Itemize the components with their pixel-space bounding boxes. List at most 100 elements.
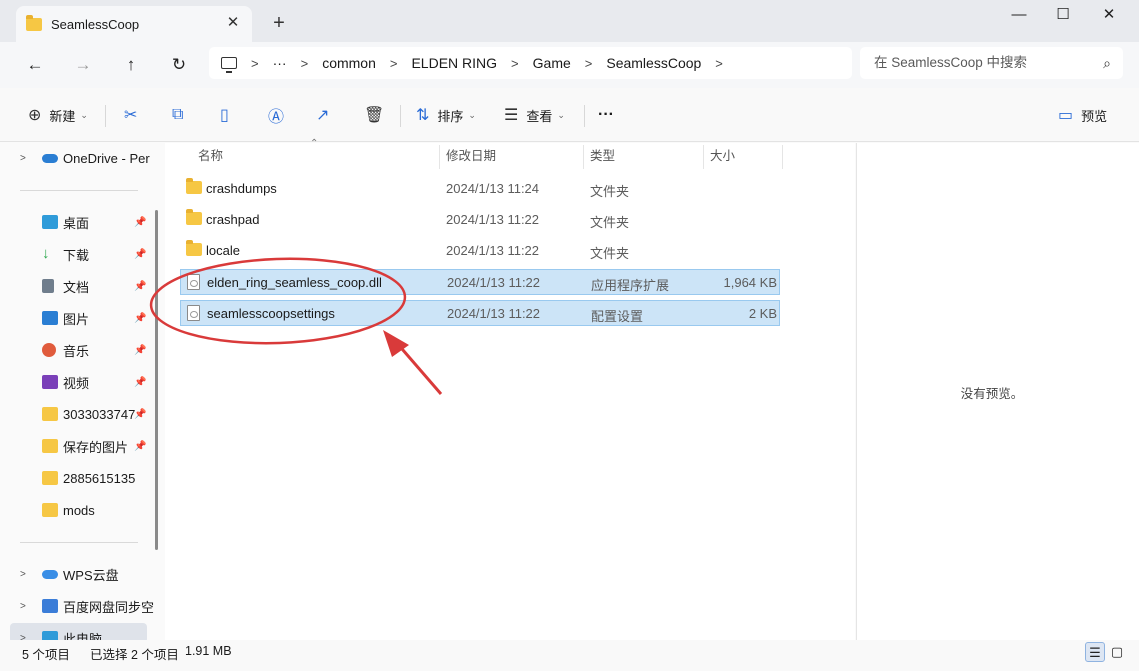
sidebar-item-mods[interactable]: mods [0,495,150,525]
tab-seamlesscoop[interactable]: SeamlessCoop ✕ [16,6,252,42]
file-row-settings[interactable]: seamlesscoopsettings 2024/1/13 11:22 配置设… [180,300,780,326]
file-name: seamlesscoopsettings [207,306,335,321]
chevron-right-icon[interactable]: > [20,633,26,641]
sidebar-item-this-pc[interactable]: > 此电脑 [0,623,150,640]
file-date: 2024/1/13 11:22 [447,306,541,321]
more-options-button[interactable]: ··· [598,103,614,127]
address-row: ← → ↑ ↻ > ··· > common > ELDEN RING > Ga… [0,42,1139,88]
sidebar-item-label: 保存的图片 [63,439,129,455]
breadcrumb-seamlesscoop[interactable]: SeamlessCoop [606,55,701,71]
breadcrumb-common[interactable]: common [322,55,376,71]
back-button[interactable]: ← [20,50,50,80]
no-preview-message: 没有预览。 [960,387,1024,401]
new-tab-button[interactable]: + [268,12,290,34]
sort-button[interactable]: ⇅ 排序 ⌄ [416,103,476,127]
cut-button[interactable]: ✂ [124,103,145,127]
sidebar-item-label: OneDrive - Per [63,150,150,166]
preview-label: 预览 [1081,108,1108,124]
chevron-down-icon: ⌄ [468,109,476,120]
maximize-button[interactable]: ☐ [1040,0,1086,32]
file-name: elden_ring_seamless_coop.dll [207,275,382,290]
share-icon: ↗ [316,107,330,124]
file-date: 2024/1/13 11:22 [447,275,541,290]
chevron-right-icon[interactable]: > [251,56,259,71]
column-header-name[interactable]: 名称 [198,143,223,173]
sidebar-item-onedrive[interactable]: > OneDrive - Per [0,143,150,173]
paste-button[interactable]: ▯ [220,103,237,127]
file-row-crashdumps[interactable]: crashdumps 2024/1/13 11:24 文件夹 [180,176,780,202]
divider [105,105,106,127]
file-name: crashdumps [206,181,277,196]
copy-button[interactable]: ⧉ [172,103,191,127]
this-pc-icon[interactable] [221,57,237,73]
sidebar-item-wps[interactable]: > WPS云盘 [0,559,150,589]
view-button[interactable]: ☰ 查看 ⌄ [504,103,565,127]
search-input[interactable]: 在 SeamlessCoop 中搜索 ⌕ [860,47,1123,79]
document-icon [42,279,54,293]
sidebar-item-pictures[interactable]: 图片 📌 [0,303,150,333]
breadcrumb-game[interactable]: Game [533,55,571,71]
close-button[interactable]: ✕ [1086,0,1132,32]
sidebar-item-music[interactable]: 音乐 📌 [0,335,150,365]
chevron-right-icon[interactable]: > [390,56,398,71]
breadcrumb-elden-ring[interactable]: ELDEN RING [411,55,497,71]
scissors-icon: ✂ [124,107,138,124]
sidebar-item-2885615135[interactable]: 2885615135 [0,463,150,493]
address-bar[interactable]: > ··· > common > ELDEN RING > Game > Sea… [209,47,852,79]
sidebar-item-3033033747[interactable]: 3033033747 📌 [0,399,150,429]
preview-pane-icon: ▭ [1058,107,1074,124]
view-label: 查看 [526,108,553,124]
file-row-dll[interactable]: elden_ring_seamless_coop.dll 2024/1/13 1… [180,269,780,295]
column-divider[interactable] [439,145,440,169]
up-button[interactable]: ↑ [116,50,146,80]
file-row-locale[interactable]: locale 2024/1/13 11:22 文件夹 [180,238,780,264]
column-header-type[interactable]: 类型 [590,143,615,173]
column-header-size[interactable]: 大小 [710,143,735,173]
view-list-icon: ☰ [504,107,519,124]
preview-pane-button[interactable]: ▭ 预览 [1058,103,1107,127]
details-view-button[interactable]: ☰ [1085,642,1105,662]
sort-icon: ⇅ [416,107,430,124]
folder-icon [42,407,58,421]
sidebar-item-videos[interactable]: 视频 📌 [0,367,150,397]
delete-button[interactable]: 🗑 [364,103,392,127]
chevron-right-icon[interactable]: > [20,153,26,164]
column-divider[interactable] [782,145,783,169]
sidebar-item-downloads[interactable]: ↓ 下载 📌 [0,239,150,269]
new-button[interactable]: ⊕ 新建 ⌄ [28,103,88,127]
sidebar-item-documents[interactable]: 文档 📌 [0,271,150,301]
column-divider[interactable] [703,145,704,169]
pin-icon: 📌 [134,312,147,324]
sort-ascending-icon: ⌃ [310,138,319,149]
breadcrumb-overflow[interactable]: ··· [273,55,287,71]
column-divider[interactable] [583,145,584,169]
column-header-date[interactable]: 修改日期 [446,143,496,173]
refresh-button[interactable]: ↻ [164,50,194,80]
file-row-crashpad[interactable]: crashpad 2024/1/13 11:22 文件夹 [180,207,780,233]
chevron-right-icon[interactable]: > [20,569,26,580]
sidebar-item-baidu[interactable]: > 百度网盘同步空 [0,591,154,621]
chevron-right-icon[interactable]: > [20,601,26,612]
navigation-pane: > OneDrive - Per 桌面 📌 ↓ 下载 📌 文档 📌 图片 📌 音… [0,143,160,640]
chevron-right-icon[interactable]: > [715,56,723,71]
tiles-view-button[interactable]: ▢ [1107,642,1127,662]
sidebar-item-saved-pictures[interactable]: 保存的图片 📌 [0,431,150,461]
file-type: 文件夹 [590,215,630,230]
file-type: 文件夹 [590,184,630,199]
file-type: 配置设置 [591,309,644,324]
scrollbar[interactable] [155,210,158,550]
close-tab-icon[interactable]: ✕ [224,14,242,32]
rename-button[interactable]: Ⓐ [268,103,292,127]
sidebar-item-label: WPS云盘 [63,567,119,583]
minimize-button[interactable]: — [996,0,1042,32]
clipboard-icon: ▯ [220,107,229,124]
share-button[interactable]: ↗ [316,103,337,127]
file-list: 名称 ⌃ 修改日期 类型 大小 crashdumps 2024/1/13 11:… [165,138,855,640]
chevron-right-icon[interactable]: > [585,56,593,71]
chevron-right-icon[interactable]: > [511,56,519,71]
forward-button[interactable]: → [68,50,98,80]
sidebar-item-label: 此电脑 [63,631,103,641]
desktop-icon [42,215,58,229]
chevron-right-icon[interactable]: > [301,56,309,71]
sidebar-item-desktop[interactable]: 桌面 📌 [0,207,150,237]
